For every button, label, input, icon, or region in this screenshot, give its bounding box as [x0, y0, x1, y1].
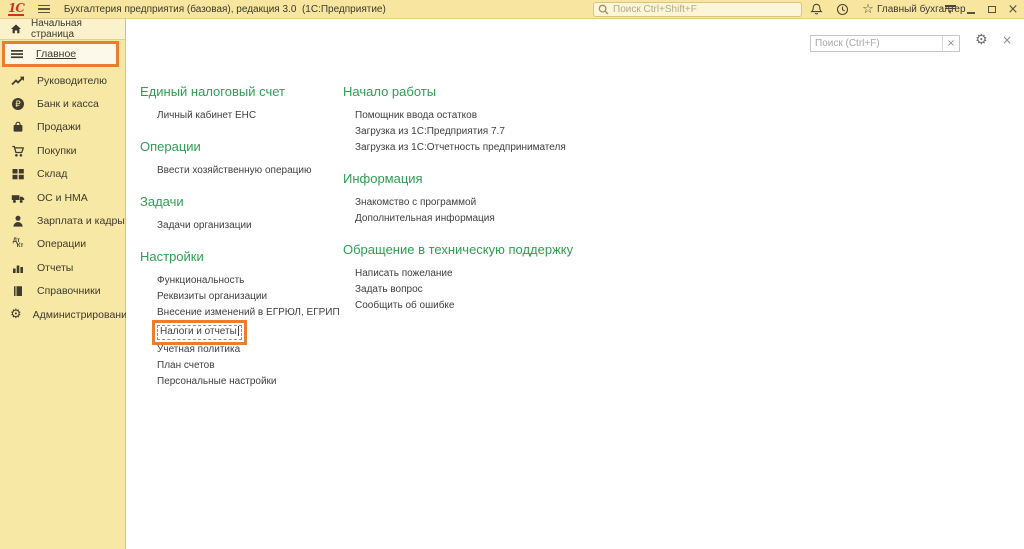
favorites-star-icon[interactable]: ☆ — [858, 0, 878, 19]
page-settings-gear-icon[interactable]: ⚙ — [975, 33, 988, 47]
history-icon[interactable] — [832, 0, 852, 19]
sidebar-list: Руководителю ₽ Банк и касса Продажи Поку… — [0, 69, 133, 326]
section-title: Операции — [140, 139, 201, 154]
main-menu-icon[interactable] — [37, 4, 50, 14]
notifications-bell-icon[interactable] — [806, 0, 826, 19]
title-bar: 1С Бухгалтерия предприятия (базовая), ре… — [0, 0, 1024, 19]
sidebar-item-label: ОС и НМА — [37, 191, 88, 204]
cart-icon — [10, 144, 26, 158]
content-column-left: Единый налоговый счет Личный кабинет ЕНС… — [140, 84, 340, 405]
sidebar-item-label: Отчеты — [37, 261, 74, 274]
global-search-box[interactable] — [593, 2, 802, 17]
gear-icon: ⚙ — [10, 307, 22, 323]
warehouse-icon — [10, 167, 26, 181]
link-pomoshnik-vvoda-ostatkov[interactable]: Помощник ввода остатков — [343, 108, 477, 124]
trend-icon — [10, 74, 26, 88]
link-rekvizity-organizacii[interactable]: Реквизиты организации — [140, 289, 267, 305]
service-menu-icon[interactable]: ▾ — [941, 0, 959, 19]
sidebar-item-administrirovanie[interactable]: ⚙ Администрирование — [0, 303, 133, 326]
page-search-input[interactable] — [811, 36, 942, 51]
section-tehpodderzhka: Обращение в техническую поддержку Написа… — [343, 242, 673, 314]
ruble-icon: ₽ — [10, 97, 26, 111]
section-title: Задачи — [140, 194, 184, 209]
section-title: Обращение в техническую поддержку — [343, 242, 574, 257]
bag-icon — [10, 120, 26, 134]
sidebar-item-sklad[interactable]: Склад — [0, 163, 125, 186]
section-title: Единый налоговый счет — [140, 84, 285, 99]
section-nastroyki: Настройки Функциональность Реквизиты орг… — [140, 249, 340, 390]
book-icon — [10, 284, 26, 298]
section-nachalo-raboty: Начало работы Помощник ввода остатков За… — [343, 84, 673, 156]
link-soobshit-ob-oshibke[interactable]: Сообщить об ошибке — [343, 298, 454, 314]
sidebar-item-spravochniki[interactable]: Справочники — [0, 280, 125, 303]
barchart-icon — [10, 261, 26, 275]
section-title: Информация — [343, 171, 423, 186]
home-tab-label: Начальная страница — [31, 18, 82, 40]
close-window-icon[interactable]: × — [1004, 0, 1022, 19]
sidebar-item-operacii[interactable]: Дт Кт Операции — [0, 233, 125, 256]
sidebar-item-label: Зарплата и кадры — [37, 215, 125, 228]
restore-window-icon[interactable] — [983, 0, 1001, 19]
link-lichny-kabinet-ens[interactable]: Личный кабинет ЕНС — [140, 108, 256, 124]
truck-icon — [10, 191, 26, 205]
page-search-box[interactable]: × — [810, 35, 960, 52]
sidebar-item-label: Операции — [37, 238, 87, 251]
person-icon — [10, 214, 26, 228]
menu-icon — [10, 47, 24, 61]
section-title: Начало работы — [343, 84, 437, 99]
link-zagruzka-iz-1c-otchetnost[interactable]: Загрузка из 1С:Отчетность предпринимател… — [343, 140, 566, 156]
section-operacii: Операции Ввести хозяйственную операцию — [140, 139, 340, 179]
sidebar-item-rukovoditelyu[interactable]: Руководителю — [0, 69, 125, 92]
sidebar-item-label: Банк и касса — [37, 98, 99, 111]
link-vnesenie-izmeneniy-egrul-egrip[interactable]: Внесение изменений в ЕГРЮЛ, ЕГРИП — [140, 305, 340, 321]
section-title: Настройки — [140, 249, 204, 264]
app-title: Бухгалтерия предприятия (базовая), редак… — [63, 3, 386, 15]
sidebar-item-label: Справочники — [37, 285, 101, 298]
svg-text:₽: ₽ — [15, 100, 21, 110]
section-zadachi: Задачи Задачи организации — [140, 194, 340, 234]
section-eniy-nalogoviy-schet: Единый налоговый счет Личный кабинет ЕНС — [140, 84, 340, 124]
sidebar-item-bank-i-kassa[interactable]: ₽ Банк и касса — [0, 92, 125, 115]
sidebar-item-os-i-nma[interactable]: ОС и НМА — [0, 186, 125, 209]
focused-link-label: Налоги и отчеты — [160, 326, 237, 337]
link-zagruzka-iz-1c-predpriyatiya-77[interactable]: Загрузка из 1С:Предприятия 7.7 — [343, 124, 505, 140]
app-window: 1С Бухгалтерия предприятия (базовая), ре… — [0, 0, 1024, 549]
section-informaciya: Информация Знакомство с программой Допол… — [343, 171, 673, 227]
sidebar-item-otchety[interactable]: Отчеты — [0, 256, 125, 279]
sidebar-item-label: Покупки — [37, 144, 77, 157]
sidebar-item-label: Администрирование — [32, 308, 133, 321]
link-znakomstvo-s-programmoy[interactable]: Знакомство с программой — [343, 195, 476, 211]
sidebar-item-label: Продажи — [37, 121, 81, 134]
link-nalogi-i-otchety highlight-box[interactable]: Налоги и отчеты — [140, 320, 247, 345]
sections-panel: Главное Руководителю ₽ Банк и касса Прод… — [0, 40, 133, 549]
link-vvesti-operaciyu[interactable]: Ввести хозяйственную операцию — [140, 163, 311, 179]
1c-logo: 1С — [8, 1, 25, 16]
content-column-right: Начало работы Помощник ввода остатков За… — [343, 84, 673, 329]
link-uchetnaya-politika[interactable]: Учетная политика — [140, 342, 240, 358]
sidebar-item-pokupki[interactable]: Покупки — [0, 139, 125, 162]
link-zadachi-organizacii[interactable]: Задачи организации — [140, 218, 252, 234]
search-icon — [598, 4, 609, 15]
home-page-content: × ⚙ × Единый налоговый счет Личный кабин… — [126, 19, 1024, 549]
home-icon — [10, 23, 22, 35]
dtkt-icon: Дт Кт — [12, 238, 24, 250]
sidebar-item-prodazhi[interactable]: Продажи — [0, 116, 125, 139]
page-close-icon[interactable]: × — [1002, 34, 1012, 46]
link-plan-schetov[interactable]: План счетов — [140, 358, 215, 374]
sidebar-item-label: Склад — [37, 168, 68, 181]
link-zadat-vopros[interactable]: Задать вопрос — [343, 282, 423, 298]
global-search-input[interactable] — [613, 4, 783, 15]
sidebar-item-label: Руководителю — [37, 74, 108, 87]
link-personalnye-nastroyki[interactable]: Персональные настройки — [140, 374, 277, 390]
minimize-window-icon[interactable] — [962, 0, 980, 19]
clear-search-icon[interactable]: × — [942, 36, 959, 51]
tab-home-page[interactable]: Начальная страница — [0, 18, 126, 40]
text-cursor — [237, 326, 239, 336]
link-funkcionalnost[interactable]: Функциональность — [140, 273, 244, 289]
link-napisat-pozhelanie[interactable]: Написать пожелание — [343, 266, 453, 282]
sidebar-item-label: Главное — [36, 48, 77, 60]
sidebar-item-glavnoe highlight-box[interactable]: Главное — [2, 41, 119, 67]
link-dopolnitelnaya-informaciya[interactable]: Дополнительная информация — [343, 211, 495, 227]
sidebar-item-zarplata-i-kadry[interactable]: Зарплата и кадры — [0, 209, 125, 232]
